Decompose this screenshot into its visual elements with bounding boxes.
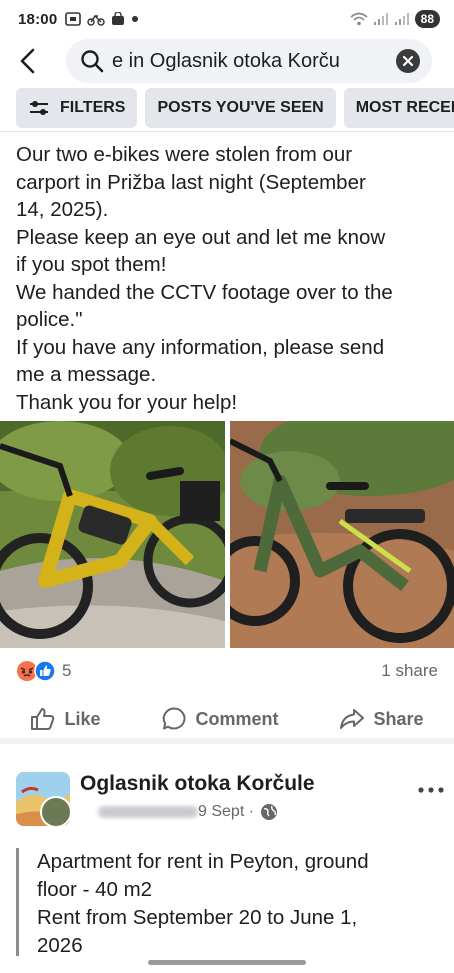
post-line: police." — [16, 308, 83, 331]
filter-chips: FILTERS POSTS YOU'VE SEEN MOST RECEN — [0, 88, 454, 132]
post-line: Thank you for your help! — [16, 390, 238, 414]
post-line: if you spot them! — [16, 253, 167, 276]
reaction-summary[interactable]: 5 1 share — [16, 658, 438, 684]
post-actions: Like Comment Share — [0, 700, 454, 744]
share-count[interactable]: 1 share — [381, 661, 438, 681]
back-arrow-icon — [20, 48, 35, 74]
bike-icon — [87, 14, 106, 26]
post-line: me a message. — [16, 363, 157, 386]
search-input[interactable]: e in Oglasnik otoka Korču — [66, 39, 432, 83]
author-name-redacted[interactable] — [98, 806, 198, 818]
next-post-line: floor - 40 m2 — [37, 878, 153, 901]
screenshot-icon — [65, 12, 82, 26]
shopping-bag-icon — [112, 12, 125, 25]
next-post-header: Oglasnik otoka Korčule 9 Sept · — [16, 772, 446, 830]
search-icon — [81, 50, 104, 73]
next-post-line: Rent from September 20 to June 1, — [37, 906, 358, 929]
status-bar: 18:00 88 — [0, 0, 454, 38]
notification-icons — [65, 12, 139, 26]
comment-label: Comment — [195, 708, 279, 729]
comment-icon — [163, 707, 186, 730]
share-label: Share — [373, 708, 424, 729]
posts-seen-chip-label: POSTS YOU'VE SEEN — [157, 99, 324, 116]
clear-search-button[interactable] — [396, 49, 420, 73]
signal-icon-2 — [394, 13, 409, 25]
group-name[interactable]: Oglasnik otoka Korčule — [80, 772, 315, 796]
back-button[interactable] — [0, 38, 56, 84]
home-indicator[interactable] — [148, 960, 306, 965]
most-recent-chip[interactable]: MOST RECEN — [343, 88, 454, 128]
wifi-icon — [350, 12, 368, 26]
post-body[interactable]: Our two e-bikes were stolen from our car… — [16, 141, 446, 416]
author-avatar[interactable] — [40, 796, 72, 828]
post-line: 14, 2025). — [16, 198, 109, 221]
posts-seen-chip[interactable]: POSTS YOU'VE SEEN — [145, 88, 336, 128]
post-line: Please keep an eye out and let me know — [16, 225, 386, 249]
next-post-body[interactable]: Apartment for rent in Peyton, ground flo… — [16, 848, 436, 956]
reaction-count: 5 — [62, 661, 72, 680]
dot-icon — [132, 16, 139, 22]
system-icons: 88 — [350, 10, 440, 28]
photo-yellow-ebike[interactable] — [0, 421, 225, 648]
post-line: carport in Prižba last night (September — [16, 170, 366, 194]
globe-icon — [261, 804, 278, 820]
share-button[interactable]: Share — [339, 707, 424, 731]
post-date: 9 Sept · — [198, 803, 255, 820]
like-icon — [31, 708, 55, 730]
status-time: 18:00 — [18, 10, 58, 28]
filters-chip-label: FILTERS — [60, 99, 126, 116]
like-reaction-icon — [34, 660, 56, 682]
post-meta: 9 Sept · — [198, 803, 278, 821]
signal-icon — [373, 13, 388, 25]
photo-green-ebike[interactable] — [229, 421, 454, 648]
post-line: We handed the CCTV footage over to the — [16, 280, 393, 304]
comment-button[interactable]: Comment — [161, 706, 279, 732]
sliders-icon — [30, 101, 48, 115]
reaction-icons — [16, 660, 56, 682]
next-post-line: Apartment for rent in Peyton, ground — [37, 850, 369, 873]
share-icon — [340, 709, 365, 729]
post-line: Our two e-bikes were stolen from our — [16, 143, 353, 166]
more-options-button[interactable] — [418, 774, 444, 800]
next-post-line: 2026 — [37, 934, 83, 956]
more-dots-icon — [418, 787, 444, 793]
post-photos — [0, 421, 454, 648]
like-label: Like — [64, 708, 101, 729]
search-header: e in Oglasnik otoka Korču — [0, 38, 454, 84]
filters-chip[interactable]: FILTERS — [16, 88, 138, 128]
search-query: e in Oglasnik otoka Korču — [112, 49, 340, 72]
post-line: If you have any information, please send — [16, 335, 385, 359]
like-button[interactable]: Like — [30, 707, 101, 731]
battery-indicator: 88 — [414, 10, 440, 28]
most-recent-chip-label: MOST RECEN — [355, 99, 454, 116]
close-icon — [402, 55, 414, 67]
